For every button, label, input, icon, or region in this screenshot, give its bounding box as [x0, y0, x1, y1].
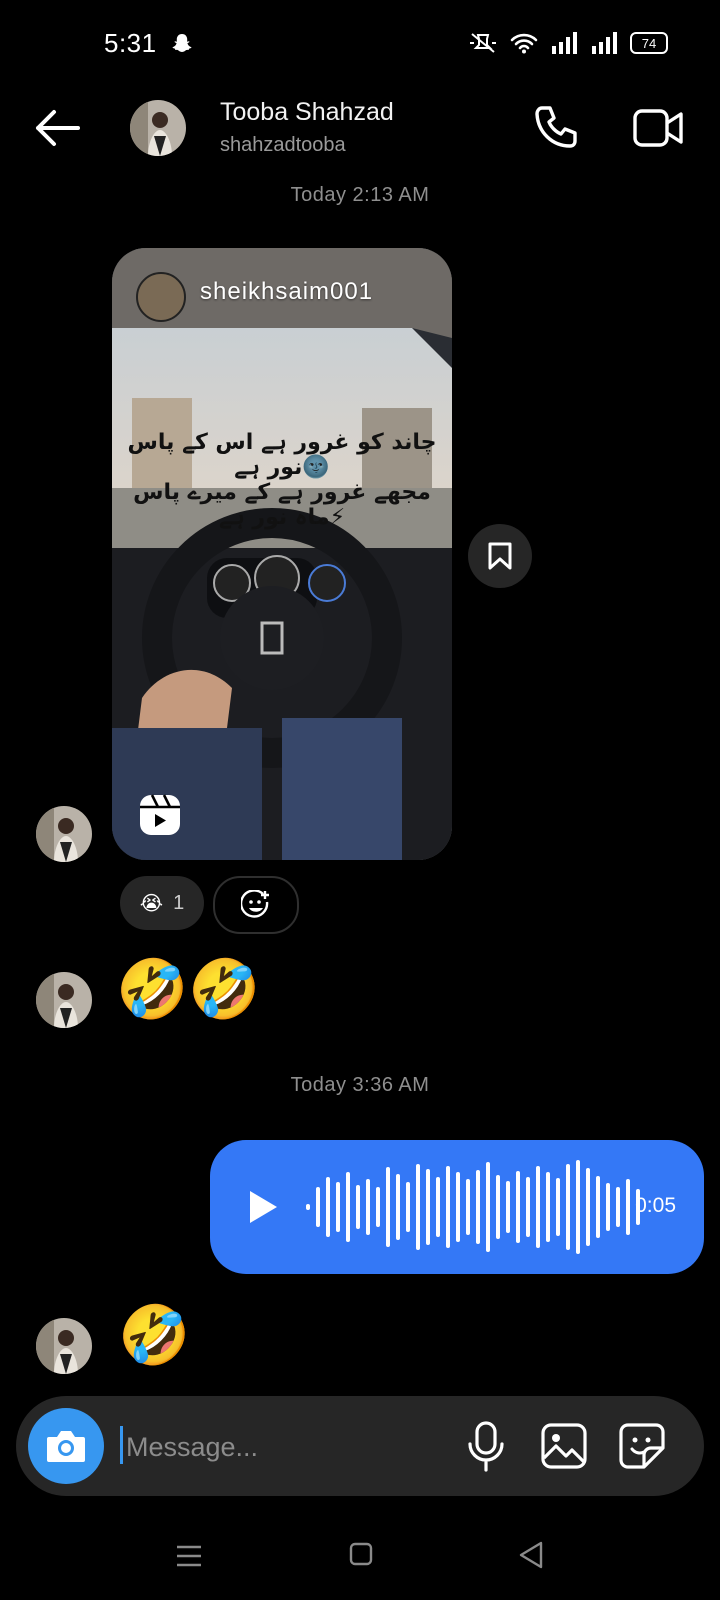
emoji-message[interactable]: 🤣🤣	[116, 960, 260, 1018]
emoji-message[interactable]: 🤣	[118, 1306, 190, 1364]
reel-caption-line: مجھے غرور ہے کے میرے پاس ماہ نور ہے⚡	[133, 480, 431, 530]
waveform-bar	[376, 1187, 380, 1227]
timestamp: Today 2:13 AM	[290, 184, 430, 206]
waveform-bar	[616, 1187, 620, 1227]
back-icon[interactable]	[518, 1540, 544, 1570]
sender-avatar[interactable]	[36, 806, 92, 862]
waveform-bar	[516, 1171, 520, 1243]
reaction-emoji: 😭	[139, 891, 164, 915]
add-emoji-icon	[241, 890, 269, 918]
shared-reel[interactable]: sheikhsaim001 چاند کو غرور ہے اس کے پاس …	[112, 248, 452, 860]
waveform-bar	[626, 1179, 630, 1235]
sender-avatar[interactable]	[36, 1318, 92, 1374]
signal-icon-2	[592, 32, 617, 54]
waveform-bar	[456, 1172, 460, 1242]
waveform-bar	[576, 1160, 580, 1254]
waveform-bar	[356, 1185, 360, 1229]
battery-icon: 74	[630, 32, 668, 54]
play-icon[interactable]	[246, 1188, 280, 1226]
sender-avatar[interactable]	[36, 972, 92, 1028]
menu-icon[interactable]	[176, 1544, 202, 1568]
waveform-bar	[486, 1162, 490, 1252]
waveform-bar	[326, 1177, 330, 1237]
status-icons: 74	[468, 32, 668, 54]
reel-owner-avatar[interactable]	[136, 272, 186, 322]
waveform-bar	[556, 1178, 560, 1236]
home-icon[interactable]	[349, 1542, 373, 1566]
reels-icon	[140, 794, 180, 835]
waveform-bar	[386, 1167, 390, 1247]
camera-button[interactable]	[28, 1408, 104, 1484]
save-bookmark-icon	[488, 542, 512, 570]
message-input[interactable]	[124, 1422, 428, 1472]
text-cursor	[120, 1426, 123, 1464]
waveform-bar	[506, 1181, 510, 1233]
waveform-bar	[466, 1179, 470, 1235]
waveform-bar	[316, 1187, 320, 1227]
reel-owner-username[interactable]: sheikhsaim001	[200, 278, 373, 306]
waveform-bar	[426, 1169, 430, 1245]
signal-icon	[552, 32, 577, 54]
waveform-bar	[566, 1164, 570, 1250]
waveform-bar	[336, 1182, 340, 1232]
waveform-bar	[536, 1166, 540, 1248]
add-reaction-button[interactable]	[213, 876, 299, 934]
reel-caption-line: چاند کو غرور ہے اس کے پاس نور ہے🌚	[127, 430, 437, 480]
mute-icon	[470, 33, 496, 53]
waveform-bar	[526, 1177, 530, 1237]
save-reel-button[interactable]	[468, 524, 532, 588]
audio-waveform[interactable]	[306, 1160, 640, 1254]
reaction-count: 1	[173, 891, 185, 914]
timestamp: Today 3:36 AM	[290, 1074, 430, 1096]
waveform-bar	[416, 1164, 420, 1250]
video-call-icon[interactable]	[632, 106, 684, 150]
reaction-chip[interactable]: 😭 1	[120, 876, 204, 930]
microphone-icon[interactable]	[464, 1420, 508, 1472]
wifi-icon	[510, 33, 538, 54]
gallery-icon[interactable]	[540, 1422, 588, 1470]
waveform-bar	[496, 1175, 500, 1239]
contact-username[interactable]: shahzadtooba	[220, 134, 346, 157]
snapchat-icon	[172, 34, 192, 52]
status-time: 5:31	[104, 28, 157, 58]
waveform-bar	[446, 1166, 450, 1248]
waveform-bar	[306, 1204, 310, 1210]
waveform-bar	[396, 1174, 400, 1240]
camera-icon	[47, 1431, 85, 1462]
contact-name[interactable]: Tooba Shahzad	[220, 98, 394, 127]
sticker-icon[interactable]	[618, 1422, 666, 1470]
waveform-bar	[476, 1170, 480, 1244]
waveform-bar	[436, 1177, 440, 1237]
phone-icon[interactable]	[532, 104, 580, 152]
waveform-bar	[596, 1176, 600, 1238]
waveform-bar	[546, 1172, 550, 1242]
waveform-bar	[586, 1168, 590, 1246]
back-arrow-icon[interactable]	[32, 108, 82, 148]
contact-avatar[interactable]	[130, 100, 186, 156]
waveform-bar	[406, 1182, 410, 1232]
waveform-bar	[366, 1179, 370, 1235]
voice-duration: 0:05	[635, 1194, 676, 1217]
waveform-bar	[606, 1183, 610, 1231]
message-composer	[16, 1396, 704, 1496]
voice-message[interactable]: 0:05	[210, 1140, 704, 1274]
waveform-bar	[346, 1172, 350, 1242]
